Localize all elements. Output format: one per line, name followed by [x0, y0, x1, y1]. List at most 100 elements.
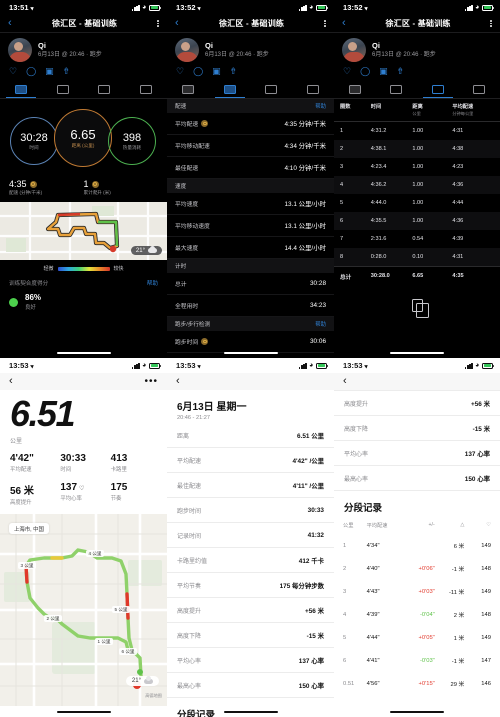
battery-icon: [149, 4, 161, 11]
action-bar: ♡ ◯ ▣ ⇮: [334, 66, 500, 80]
nav-bar: ‹ 徐汇区 - 基础训练: [0, 15, 167, 33]
details-tab[interactable]: [42, 80, 84, 98]
table-row[interactable]: 3 4:23.4 1.00 4:23: [334, 158, 500, 176]
pace-legend: 轻微 较快: [0, 260, 167, 276]
detail-row: 高度下降 -15 米: [334, 416, 500, 441]
detail-key: 平均移动配速: [175, 144, 210, 150]
user-row[interactable]: Qi 6月13日 @ 20:46 · 跑步: [167, 33, 334, 66]
stat-ascent: 56 米高度提升: [10, 486, 34, 506]
comment-icon[interactable]: ◯: [360, 67, 370, 76]
laps-tab[interactable]: [251, 80, 293, 98]
splits-tab[interactable]: [292, 80, 334, 98]
location-arrow-icon: [196, 363, 202, 368]
section-help-link[interactable]: 帮助: [315, 320, 326, 328]
map-tab-icon: [181, 84, 194, 94]
battery-icon: [316, 4, 328, 11]
table-row[interactable]: 6 4:35.5 1.00 4:36: [334, 211, 500, 230]
detail-key: 最大速度: [175, 246, 199, 252]
medal-icon: [201, 120, 209, 127]
avatar[interactable]: [342, 38, 366, 62]
avatar[interactable]: [8, 38, 32, 62]
battery-icon: [482, 362, 494, 369]
laps-tab[interactable]: [84, 80, 126, 98]
distance-value: 6.51: [10, 393, 76, 434]
ring-distance: 6.65 距离 (公里): [54, 109, 112, 167]
back-button[interactable]: ‹: [8, 18, 12, 29]
details-tab[interactable]: [376, 80, 418, 98]
user-row[interactable]: Qi 6月13日 @ 20:46 · 跑步: [0, 33, 167, 66]
photo-icon[interactable]: ▣: [45, 67, 54, 76]
more-menu-icon[interactable]: [157, 19, 159, 28]
table-row[interactable]: 1 4:31.2 1.00 4:31: [334, 122, 500, 140]
comment-icon[interactable]: ◯: [193, 67, 203, 76]
copy-pages-icon[interactable]: [411, 298, 429, 318]
day-title: 6月13日 星期一: [177, 402, 247, 413]
stat-grid: 4'42" 平均配速 30:33 时间 413 卡路里 56 米高度提升 137 ♡ 平均…: [0, 445, 167, 514]
avatar[interactable]: [175, 38, 199, 62]
back-button[interactable]: ‹: [342, 18, 346, 29]
back-button[interactable]: ‹: [9, 376, 13, 387]
nav-bar: ‹: [167, 373, 334, 390]
more-menu-icon[interactable]: •••: [144, 376, 158, 386]
splits-tab[interactable]: [459, 80, 500, 98]
stat-time: 30:33 时间: [60, 453, 86, 473]
table-row[interactable]: 4 4:36.2 1.00 4:36: [334, 175, 500, 194]
detail-row: 高度提升 +56 米: [167, 598, 334, 623]
panel-summary-light: 13:53 ◕ ‹ ••• 6.51 公里 4'42" 平均配速 30:33 时间 …: [0, 358, 167, 717]
comment-icon[interactable]: ◯: [26, 67, 36, 76]
lap-col-header: 平均配速: [452, 104, 474, 110]
cloud-icon: [144, 676, 153, 684]
legend-gradient-bar: [57, 266, 110, 271]
weather-temp: 21°: [131, 678, 141, 684]
detail-row: 全程用时 34:23: [167, 295, 334, 317]
summary-rings: 30:28 时间 6.65 距离 (公里) 398 热量消耗: [0, 99, 167, 177]
details-tab-icon: [223, 84, 236, 94]
route-map[interactable]: 21°: [0, 202, 167, 260]
back-button[interactable]: ‹: [176, 376, 180, 387]
map-tab[interactable]: [0, 80, 42, 99]
table-row: 5 4'44" +0'05" 1 米 149: [343, 634, 491, 643]
status-bar: 13:51 ◕: [0, 0, 167, 15]
table-row[interactable]: 5 4:44.0 1.00 4:44: [334, 194, 500, 212]
heart-icon[interactable]: ♡: [9, 67, 17, 76]
section-title: 配速: [175, 104, 187, 110]
back-button[interactable]: ‹: [175, 18, 179, 29]
tab-strip: [167, 80, 334, 99]
more-menu-icon[interactable]: [490, 19, 492, 28]
nav-bar: ‹ 徐汇区 - 基础训练: [167, 15, 334, 33]
more-menu-icon[interactable]: [324, 19, 326, 28]
photo-icon[interactable]: ▣: [212, 67, 221, 76]
photo-icon[interactable]: ▣: [379, 67, 388, 76]
table-row[interactable]: 8 0:28.0 0.10 4:31: [334, 247, 500, 266]
table-row[interactable]: 7 2:31.6 0.54 4:39: [334, 230, 500, 248]
stat-avg-pace: 4'42" 平均配速: [10, 453, 34, 473]
ring-calories-label: 热量消耗: [122, 144, 142, 150]
back-button[interactable]: ‹: [343, 376, 347, 387]
table-row[interactable]: 2 4:38.1 1.00 4:38: [334, 139, 500, 158]
share-section: [334, 287, 500, 318]
route-map[interactable]: 上海市, 中国 4 公里 3 公里 2 公里 5 公里 1 公里 6 公里 21…: [0, 514, 167, 706]
share-icon[interactable]: ⇮: [397, 67, 405, 76]
panel-overview: 13:51 ◕ ‹ 徐汇区 - 基础训练 Qi 6月13日 @ 20:46 · …: [0, 0, 167, 358]
section-help-link[interactable]: 帮助: [315, 102, 326, 110]
heart-icon[interactable]: ♡: [343, 67, 351, 76]
ring-distance-label: 距离 (公里): [71, 143, 95, 148]
location-arrow-icon: [196, 5, 202, 10]
laps-tab[interactable]: [417, 80, 459, 99]
section-header: 跑步/步行检测 帮助: [167, 317, 334, 331]
share-icon[interactable]: ⇮: [63, 67, 71, 76]
location-arrow-icon: [29, 5, 35, 10]
map-tab[interactable]: [167, 80, 209, 98]
map-tab[interactable]: [334, 80, 376, 98]
user-row[interactable]: Qi 6月13日 @ 20:46 · 跑步: [334, 33, 500, 66]
heart-icon[interactable]: ♡: [176, 67, 184, 76]
share-icon[interactable]: ⇮: [230, 67, 238, 76]
detail-row: 记录时间 41:32: [167, 523, 334, 548]
lap-table-header: 圈数 时间 距离 公里 平均配速 分钟每公里: [334, 99, 500, 122]
details-tab[interactable]: [209, 80, 251, 99]
status-time: 13:53: [176, 361, 196, 370]
training-score-help-link[interactable]: 帮助: [147, 279, 158, 287]
splits-tab[interactable]: [125, 80, 167, 98]
map-tab-icon: [14, 84, 27, 94]
training-score-row: 86% 良好: [0, 289, 167, 311]
